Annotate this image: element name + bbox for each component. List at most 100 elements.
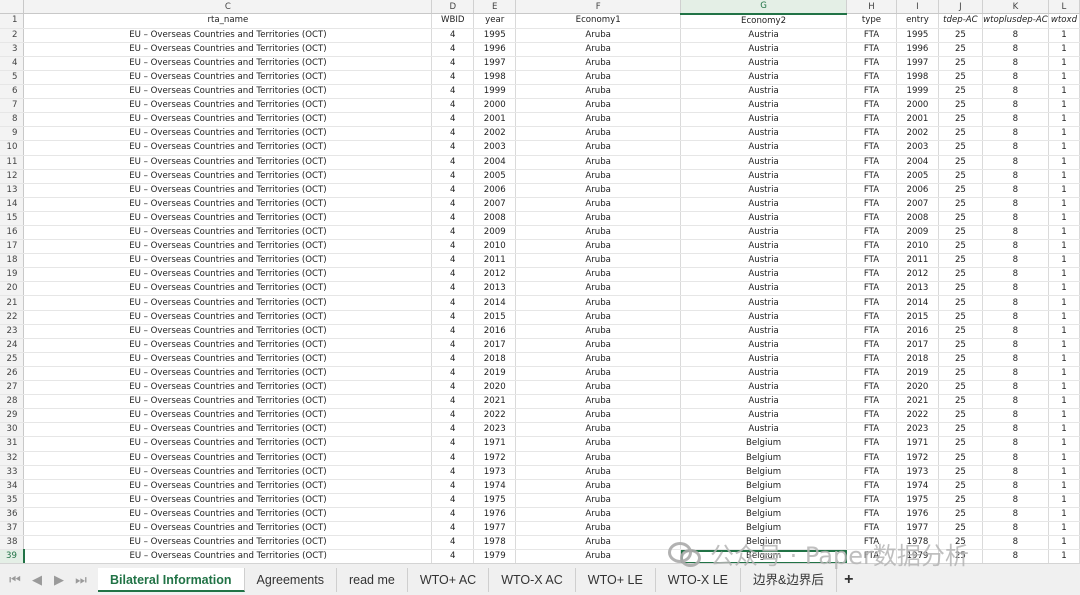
first-sheet-icon[interactable]: ⏮	[4, 572, 26, 588]
header-cell[interactable]: year	[473, 13, 517, 29]
cell[interactable]: 4	[431, 253, 475, 269]
cell[interactable]: EU – Overseas Countries and Territories …	[23, 451, 433, 466]
cell[interactable]: 1	[1048, 169, 1080, 184]
cell[interactable]: Aruba	[515, 183, 682, 198]
cell[interactable]: 8	[982, 211, 1049, 227]
cell[interactable]: Belgium	[680, 479, 847, 494]
row-number[interactable]: 34	[0, 479, 25, 494]
cell[interactable]: 2003	[896, 140, 939, 156]
cell[interactable]: 8	[982, 239, 1049, 255]
cell[interactable]: 2013	[896, 281, 939, 297]
cell[interactable]: EU – Overseas Countries and Territories …	[23, 380, 433, 396]
cell[interactable]: 2012	[896, 267, 939, 283]
row-number[interactable]: 28	[0, 394, 25, 410]
cell[interactable]: EU – Overseas Countries and Territories …	[23, 394, 433, 410]
cell[interactable]: 4	[431, 140, 475, 156]
cell[interactable]: 1998	[896, 70, 939, 86]
row-number[interactable]: 2	[0, 28, 25, 43]
cell[interactable]: EU – Overseas Countries and Territories …	[23, 267, 433, 283]
cell[interactable]: 25	[938, 281, 983, 297]
cell[interactable]: 2010	[473, 239, 517, 255]
cell[interactable]: 1	[1048, 408, 1080, 424]
cell[interactable]: Aruba	[515, 394, 682, 410]
cell[interactable]: 1996	[896, 42, 939, 57]
cell[interactable]: Austria	[680, 155, 847, 170]
cell[interactable]: 1	[1048, 28, 1080, 43]
cell[interactable]: 25	[938, 225, 983, 241]
cell[interactable]: Aruba	[515, 267, 682, 283]
cell[interactable]: Aruba	[515, 70, 682, 86]
cell[interactable]: 4	[431, 126, 475, 142]
column-header-f[interactable]: F	[515, 0, 682, 15]
cell[interactable]: FTA	[846, 366, 897, 382]
cell[interactable]: FTA	[846, 28, 897, 43]
cell[interactable]: 2011	[896, 253, 939, 269]
cell[interactable]: Aruba	[515, 451, 682, 466]
row-number[interactable]: 33	[0, 465, 25, 480]
cell[interactable]: Austria	[680, 169, 847, 184]
header-cell[interactable]: wtoplusdep-AC	[982, 13, 1049, 29]
cell[interactable]: 25	[938, 42, 983, 57]
cell[interactable]: FTA	[846, 436, 897, 452]
row-number[interactable]: 19	[0, 267, 25, 283]
cell[interactable]: EU – Overseas Countries and Territories …	[23, 436, 433, 452]
row-number[interactable]: 8	[0, 112, 25, 128]
header-cell[interactable]: Economy2	[680, 13, 847, 29]
cell[interactable]: FTA	[846, 352, 897, 367]
cell[interactable]: 8	[982, 281, 1049, 297]
cell[interactable]: EU – Overseas Countries and Territories …	[23, 281, 433, 297]
cell[interactable]: Austria	[680, 324, 847, 339]
header-cell[interactable]: tdep-AC	[938, 13, 983, 29]
row-number[interactable]: 38	[0, 535, 25, 551]
cell[interactable]: 25	[938, 169, 983, 184]
cell[interactable]: 4	[431, 225, 475, 241]
cell[interactable]: 25	[938, 352, 983, 367]
cell[interactable]: 4	[431, 338, 475, 353]
cell[interactable]: Belgium	[680, 493, 847, 508]
row-number[interactable]: 20	[0, 281, 25, 297]
cell[interactable]: 1972	[473, 451, 517, 466]
cell[interactable]: Belgium	[680, 436, 847, 452]
column-header-d[interactable]: D	[431, 0, 475, 15]
cell[interactable]: 4	[431, 422, 475, 438]
last-sheet-icon[interactable]: ⏭	[70, 572, 92, 588]
cell[interactable]: 4	[431, 239, 475, 255]
column-header-i[interactable]: I	[896, 0, 939, 15]
cell[interactable]: Austria	[680, 56, 847, 71]
cell[interactable]: 4	[431, 507, 475, 522]
cell[interactable]: 2011	[473, 253, 517, 269]
cell[interactable]: EU – Overseas Countries and Territories …	[23, 535, 433, 551]
cell[interactable]: 25	[938, 310, 983, 325]
cell[interactable]: 1	[1048, 380, 1080, 396]
cell[interactable]: FTA	[846, 112, 897, 128]
cell[interactable]: Aruba	[515, 42, 682, 57]
cell[interactable]: FTA	[846, 394, 897, 410]
cell[interactable]: Austria	[680, 380, 847, 396]
cell[interactable]: 2008	[473, 211, 517, 227]
spreadsheet-grid[interactable]: CDEFGHIJKL 1 rta_name WBID year Economy1 Econ…	[0, 0, 1080, 563]
cell[interactable]: 8	[982, 338, 1049, 353]
cell[interactable]: 2005	[473, 169, 517, 184]
cell[interactable]: 25	[938, 436, 983, 452]
cell[interactable]: 2017	[896, 338, 939, 353]
cell[interactable]: EU – Overseas Countries and Territories …	[23, 338, 433, 353]
cell[interactable]: Belgium	[680, 451, 847, 466]
cell[interactable]: Aruba	[515, 479, 682, 494]
row-number[interactable]: 29	[0, 408, 25, 424]
cell[interactable]: EU – Overseas Countries and Territories …	[23, 70, 433, 86]
sheet-tab[interactable]: read me	[337, 567, 408, 592]
cell[interactable]: 25	[938, 140, 983, 156]
cell[interactable]: FTA	[846, 239, 897, 255]
cell[interactable]: 25	[938, 493, 983, 508]
cell[interactable]: 4	[431, 479, 475, 494]
cell[interactable]: Austria	[680, 281, 847, 297]
row-number[interactable]: 3	[0, 42, 25, 57]
cell[interactable]: 1	[1048, 479, 1080, 494]
column-header-h[interactable]: H	[846, 0, 897, 15]
cell[interactable]: 1	[1048, 239, 1080, 255]
cell[interactable]: 2004	[896, 155, 939, 170]
cell[interactable]: 1	[1048, 225, 1080, 241]
cell[interactable]: Austria	[680, 112, 847, 128]
cell[interactable]: 25	[938, 70, 983, 86]
cell[interactable]: 2002	[473, 126, 517, 142]
